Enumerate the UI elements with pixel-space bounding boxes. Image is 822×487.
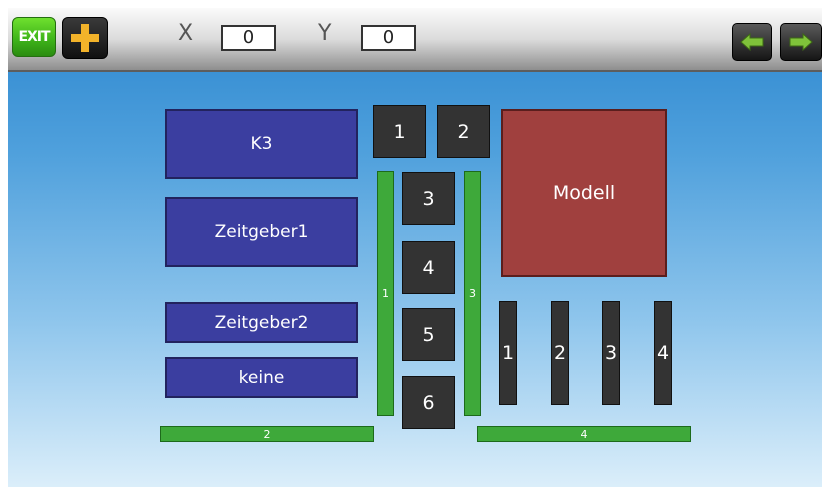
slot-box-2[interactable]: 2: [437, 105, 490, 158]
y-field[interactable]: 0: [361, 25, 416, 51]
slot-box-3[interactable]: 3: [402, 172, 455, 225]
right-bar-label: 3: [604, 342, 618, 364]
display-item-label: Zeitgeber2: [214, 312, 309, 333]
slot-box-5[interactable]: 5: [402, 308, 455, 361]
bar-label: 3: [469, 287, 476, 300]
next-button[interactable]: [780, 23, 822, 61]
bar-label: 1: [382, 287, 389, 300]
slot-box-1[interactable]: 1: [373, 105, 426, 158]
bar-label: 2: [263, 427, 271, 441]
slot-box-label: 1: [393, 120, 406, 143]
display-item-1[interactable]: K3: [165, 109, 358, 179]
y-label: Y: [318, 21, 332, 46]
display-item-2[interactable]: Zeitgeber1: [165, 197, 358, 267]
exit-label: EXIT: [18, 29, 50, 45]
display-item-4[interactable]: keine: [165, 357, 358, 398]
add-button[interactable]: [62, 17, 108, 59]
display-item-3[interactable]: Zeitgeber2: [165, 302, 358, 343]
x-label: X: [178, 21, 194, 46]
slot-box-6[interactable]: 6: [402, 376, 455, 429]
slot-box-label: 4: [422, 256, 435, 279]
plus-icon: [71, 24, 99, 52]
slot-box-label: 5: [422, 323, 435, 346]
horizontal-bar-4[interactable]: 4: [477, 426, 691, 442]
horizontal-bar-2[interactable]: 2: [160, 426, 374, 442]
slot-box-label: 6: [422, 391, 435, 414]
previous-button[interactable]: [732, 23, 772, 61]
right-bar-3[interactable]: 3: [602, 301, 620, 405]
screen-layout-editor: EXIT X 0 Y 0 K3 Zeitgeber1 Zeitgeber2 ke…: [8, 8, 822, 487]
model-label: Modell: [552, 182, 616, 204]
display-item-label: Zeitgeber1: [214, 222, 309, 242]
exit-button[interactable]: EXIT: [12, 17, 56, 57]
right-bar-1[interactable]: 1: [499, 301, 517, 405]
right-bar-label: 2: [553, 342, 567, 364]
right-bar-2[interactable]: 2: [551, 301, 569, 405]
arrow-left-icon: [740, 32, 764, 52]
model-box[interactable]: Modell: [501, 109, 667, 277]
toolbar: EXIT X 0 Y 0: [8, 8, 822, 72]
arrow-right-icon: [789, 32, 813, 52]
right-bar-label: 1: [501, 342, 515, 364]
slot-box-label: 3: [422, 187, 435, 210]
vertical-bar-3[interactable]: 3: [464, 171, 481, 416]
display-item-label: K3: [250, 134, 273, 154]
bar-label: 4: [580, 427, 588, 441]
slot-box-4[interactable]: 4: [402, 241, 455, 294]
slot-box-label: 2: [457, 120, 470, 143]
right-bar-4[interactable]: 4: [654, 301, 672, 405]
x-field[interactable]: 0: [221, 25, 276, 51]
display-item-label: keine: [238, 367, 285, 388]
right-bar-label: 4: [656, 342, 670, 364]
vertical-bar-1[interactable]: 1: [377, 171, 394, 416]
